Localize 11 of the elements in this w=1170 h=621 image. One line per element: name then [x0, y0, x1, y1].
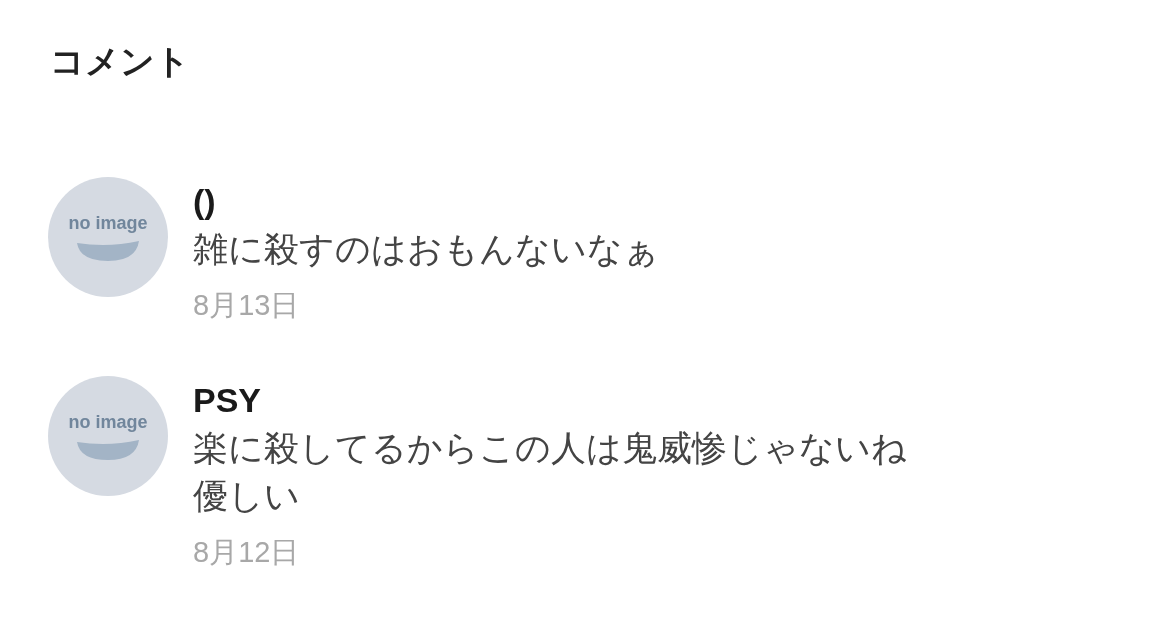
avatar-text: no image	[68, 412, 148, 432]
avatar-text: no image	[68, 213, 148, 233]
comment-date: 8月12日	[193, 535, 300, 570]
commenter-name: PSY	[193, 380, 262, 420]
section-title: コメント	[50, 41, 190, 82]
comment-text: 楽に殺してるからこの人は鬼威惨じゃないね優しい	[193, 427, 908, 517]
smile-icon	[77, 241, 139, 261]
comment-text: 雑に殺すのはおもんないなぁ	[193, 228, 659, 270]
comment-date: 8月13日	[193, 288, 300, 323]
smile-icon	[77, 440, 139, 460]
commenter-name: ()	[193, 181, 216, 221]
